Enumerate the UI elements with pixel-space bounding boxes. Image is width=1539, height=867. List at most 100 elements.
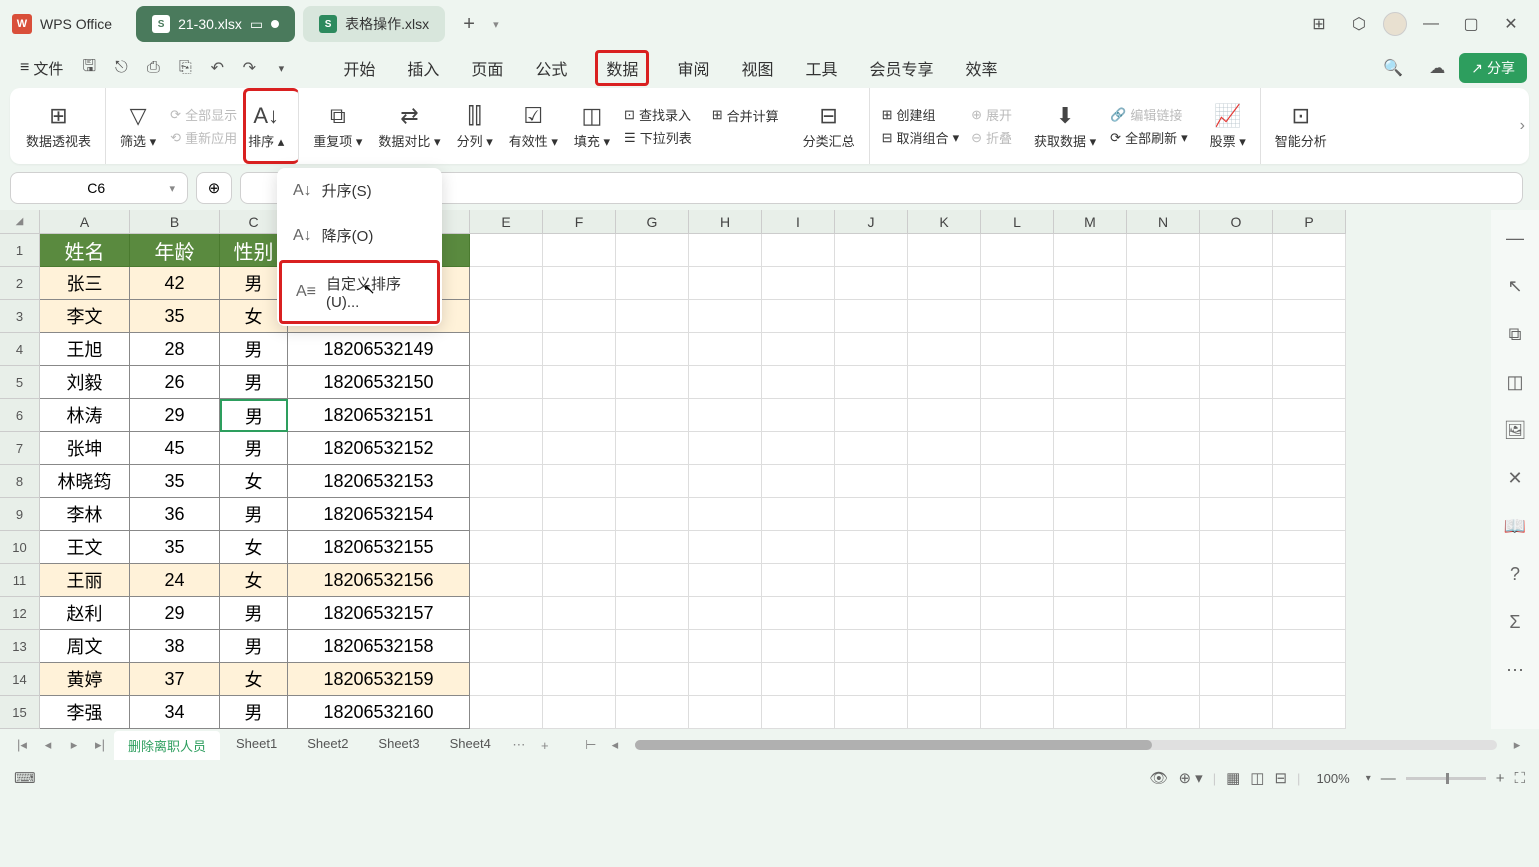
empty-cell[interactable] [470,432,543,465]
menu-tab-data[interactable]: 数据 [595,50,649,86]
data-cell[interactable]: 18206532151 [288,399,470,432]
empty-cell[interactable] [908,531,981,564]
table-header-cell[interactable]: 姓名 [40,234,130,267]
dropdown-icon[interactable]: ▾ [493,18,499,31]
ribbon-edit-links[interactable]: 🔗编辑链接 [1110,105,1187,124]
empty-cell[interactable] [908,399,981,432]
document-tab-active[interactable]: S 21-30.xlsx ▭ [136,6,295,42]
empty-cell[interactable] [689,267,762,300]
eye-icon[interactable]: 👁 [1149,769,1168,787]
empty-cell[interactable] [1273,597,1346,630]
empty-cell[interactable] [835,399,908,432]
column-header[interactable]: L [981,210,1054,234]
next-sheet-icon[interactable]: ▸ [62,733,86,757]
empty-cell[interactable] [616,630,689,663]
empty-cell[interactable] [1273,366,1346,399]
column-header[interactable]: I [762,210,835,234]
data-cell[interactable]: 张三 [40,267,130,300]
empty-cell[interactable] [908,696,981,729]
table-header-cell[interactable]: 年龄 [130,234,220,267]
empty-cell[interactable] [981,366,1054,399]
empty-cell[interactable] [762,597,835,630]
ribbon-validation[interactable]: ☑ 有效性 ▾ [501,88,566,164]
maximize-icon[interactable]: ▢ [1455,8,1487,40]
empty-cell[interactable] [981,432,1054,465]
data-cell[interactable]: 26 [130,366,220,399]
hamburger-icon[interactable]: — [1503,226,1527,250]
column-header[interactable]: H [689,210,762,234]
data-cell[interactable]: 18206532160 [288,696,470,729]
empty-cell[interactable] [1200,234,1273,267]
empty-cell[interactable] [1054,234,1127,267]
empty-cell[interactable] [1200,399,1273,432]
empty-cell[interactable] [835,432,908,465]
scroll-right-icon[interactable]: ▸ [1505,733,1529,757]
empty-cell[interactable] [1127,465,1200,498]
empty-cell[interactable] [689,234,762,267]
sheet-grid[interactable]: ◢ABCDEFGHIJKLMNOP1姓名年龄性别2张三42男1820653214… [0,210,1473,729]
data-cell[interactable]: 29 [130,399,220,432]
empty-cell[interactable] [835,531,908,564]
empty-cell[interactable] [762,366,835,399]
empty-cell[interactable] [835,663,908,696]
empty-cell[interactable] [908,564,981,597]
file-menu[interactable]: ≡ 文件 [12,54,71,83]
row-header[interactable]: 9 [0,498,40,531]
name-box[interactable]: C6 ▾ [10,172,188,204]
vertical-scrollbar[interactable] [1473,210,1491,729]
zoom-slider[interactable] [1406,777,1486,780]
zoom-value[interactable]: 100% [1316,771,1349,786]
empty-cell[interactable] [543,564,616,597]
empty-cell[interactable] [543,663,616,696]
empty-cell[interactable] [981,234,1054,267]
data-cell[interactable]: 张坤 [40,432,130,465]
empty-cell[interactable] [689,432,762,465]
prev-sheet-icon[interactable]: ◂ [36,733,60,757]
empty-cell[interactable] [1200,498,1273,531]
empty-cell[interactable] [1273,234,1346,267]
data-cell[interactable]: 18206532153 [288,465,470,498]
empty-cell[interactable] [470,267,543,300]
ribbon-refresh-all[interactable]: ⟳全部刷新 ▾ [1110,128,1187,147]
empty-cell[interactable] [762,432,835,465]
sort-asc-item[interactable]: A↓ 升序(S) [277,168,442,213]
add-tab-button[interactable]: + [453,8,485,40]
empty-cell[interactable] [543,366,616,399]
row-header[interactable]: 6 [0,399,40,432]
empty-cell[interactable] [470,564,543,597]
data-cell[interactable]: 男 [220,366,288,399]
empty-cell[interactable] [1054,366,1127,399]
column-header[interactable]: K [908,210,981,234]
empty-cell[interactable] [908,663,981,696]
row-header[interactable]: 13 [0,630,40,663]
document-tab[interactable]: S 表格操作.xlsx [303,6,445,42]
empty-cell[interactable] [1127,630,1200,663]
empty-cell[interactable] [762,531,835,564]
empty-cell[interactable] [981,267,1054,300]
empty-cell[interactable] [616,366,689,399]
row-header[interactable]: 12 [0,597,40,630]
empty-cell[interactable] [1127,432,1200,465]
empty-cell[interactable] [762,465,835,498]
empty-cell[interactable] [543,696,616,729]
data-cell[interactable]: 男 [220,597,288,630]
data-cell[interactable]: 36 [130,498,220,531]
empty-cell[interactable] [1200,696,1273,729]
empty-cell[interactable] [689,465,762,498]
empty-cell[interactable] [1200,366,1273,399]
column-header[interactable]: N [1127,210,1200,234]
empty-cell[interactable] [689,597,762,630]
row-header[interactable]: 3 [0,300,40,333]
row-header[interactable]: 10 [0,531,40,564]
row-header[interactable]: 15 [0,696,40,729]
empty-cell[interactable] [981,531,1054,564]
empty-cell[interactable] [1127,267,1200,300]
data-cell[interactable]: 18206532152 [288,432,470,465]
data-cell[interactable]: 18206532158 [288,630,470,663]
data-cell[interactable]: 李林 [40,498,130,531]
empty-cell[interactable] [1054,399,1127,432]
select-all-corner[interactable]: ◢ [0,210,40,234]
empty-cell[interactable] [835,564,908,597]
empty-cell[interactable] [543,432,616,465]
hscroll-track[interactable] [635,740,1497,750]
